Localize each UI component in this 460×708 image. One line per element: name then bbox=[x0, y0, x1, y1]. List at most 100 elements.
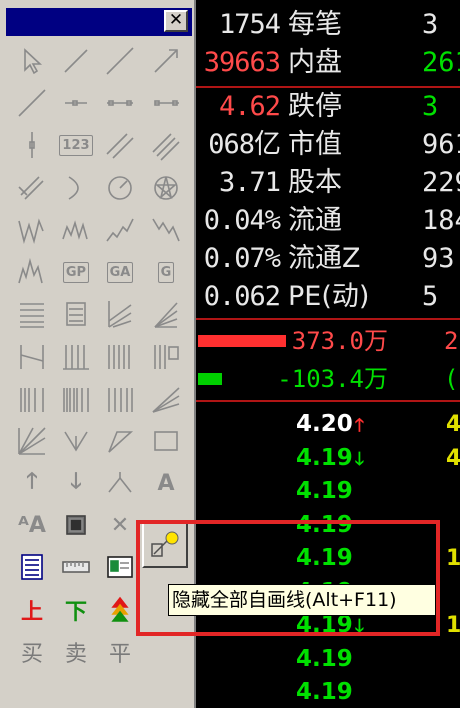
straight-line-icon bbox=[106, 47, 134, 75]
quote-side-value: 961.0 bbox=[422, 129, 460, 160]
sell-marker-button[interactable]: 下 bbox=[56, 591, 96, 629]
g-icon: G bbox=[157, 261, 175, 283]
gp-button[interactable]: GP bbox=[56, 253, 96, 291]
circle-cross-button[interactable] bbox=[146, 169, 186, 207]
cycle-wave-button[interactable] bbox=[56, 211, 96, 249]
quote-row: 3.71股本 229 bbox=[196, 164, 460, 202]
fibonacci-time-button[interactable] bbox=[56, 380, 96, 418]
tooltip-hide-drawings: 隐藏全部自画线(Alt+F11) bbox=[168, 584, 436, 616]
vertical-bars-icon bbox=[108, 345, 130, 370]
tick-price: 4.19 bbox=[296, 444, 353, 471]
buy-marker-button[interactable]: 上 bbox=[12, 591, 52, 629]
list-button[interactable] bbox=[12, 548, 52, 586]
money-flow-side: 2 bbox=[444, 327, 459, 355]
quote-value: 0.04% bbox=[203, 205, 281, 236]
select-pointer-icon bbox=[24, 48, 43, 75]
double-diagonal-button[interactable] bbox=[12, 169, 52, 207]
zigzag-up-button[interactable] bbox=[100, 211, 140, 249]
rectangle-button[interactable] bbox=[146, 422, 186, 460]
quote-row: 4.62 跌停 3 bbox=[196, 88, 460, 126]
money-flow-side: ( bbox=[444, 365, 459, 393]
quote-value: 4.62 bbox=[218, 91, 281, 122]
zigzag-up-icon bbox=[106, 218, 134, 242]
straight-line-button[interactable] bbox=[100, 42, 140, 80]
money-flow-bar bbox=[198, 335, 286, 347]
time-lines-button[interactable] bbox=[12, 380, 52, 418]
stop-square-button[interactable] bbox=[56, 506, 96, 544]
arc-icon bbox=[68, 175, 79, 200]
flat-text-button[interactable]: 平 bbox=[100, 633, 140, 671]
parallel-channel-button[interactable] bbox=[146, 126, 186, 164]
up-right-arrow-icon bbox=[108, 472, 132, 493]
down-arrow-button[interactable]: 🡓 bbox=[56, 464, 96, 502]
money-flow-value: 373.0万 bbox=[291, 327, 388, 355]
select-pointer-button[interactable] bbox=[12, 42, 52, 80]
diagonal-band-button[interactable] bbox=[100, 295, 140, 333]
stoplight-icon bbox=[111, 596, 129, 622]
vertical-g-button[interactable] bbox=[146, 337, 186, 375]
tick-row: 4.20 🡑 bbox=[296, 408, 364, 442]
triangle-button[interactable] bbox=[100, 422, 140, 460]
vertical-line-button[interactable] bbox=[12, 126, 52, 164]
ruler-button[interactable] bbox=[56, 548, 96, 586]
price-label-button[interactable]: 123 bbox=[56, 126, 96, 164]
text-style-button[interactable]: ᴬA bbox=[12, 506, 52, 544]
delete-x-button[interactable]: ✕ bbox=[100, 506, 140, 544]
buy-text-icon: 买 bbox=[20, 641, 43, 667]
horizontal-ray-button[interactable] bbox=[146, 84, 186, 122]
ga-button[interactable]: GA bbox=[100, 253, 140, 291]
zigzag-down-icon bbox=[152, 218, 180, 242]
zigzag-down-button[interactable] bbox=[146, 211, 186, 249]
price-box-icon bbox=[66, 302, 86, 326]
vertical-z-button[interactable] bbox=[12, 337, 52, 375]
tick-volume: 1 bbox=[446, 613, 460, 638]
horizontal-line-button[interactable] bbox=[100, 84, 140, 122]
quote-side-value: 3 bbox=[422, 9, 439, 40]
quote-value: 3.71 bbox=[218, 167, 281, 198]
stoplight-button[interactable] bbox=[100, 591, 140, 629]
horizontal-lines-button[interactable] bbox=[12, 295, 52, 333]
quote-side-value: 184 bbox=[422, 205, 460, 236]
circle-cross-icon bbox=[154, 175, 178, 200]
line-segment-button[interactable] bbox=[56, 42, 96, 80]
diagonal-fan-button[interactable] bbox=[146, 295, 186, 333]
wave-peaks-button[interactable] bbox=[12, 253, 52, 291]
hide-drawings-icon bbox=[151, 531, 179, 557]
horizontal-segment-icon bbox=[65, 100, 87, 106]
horizontal-segment-button[interactable] bbox=[56, 84, 96, 122]
vertical-bars-button[interactable] bbox=[100, 337, 140, 375]
buy-text-button[interactable]: 买 bbox=[12, 633, 52, 671]
price-label-icon: 123 bbox=[59, 134, 93, 156]
price-box-button[interactable] bbox=[56, 295, 96, 333]
ray-line-button[interactable] bbox=[146, 42, 186, 80]
delete-x-icon: ✕ bbox=[110, 512, 130, 538]
extended-line-button[interactable] bbox=[12, 84, 52, 122]
palette-button[interactable] bbox=[100, 548, 140, 586]
tick-price: 4.20 bbox=[296, 411, 353, 437]
g-button[interactable]: G bbox=[146, 253, 186, 291]
vertical-grid-button[interactable] bbox=[100, 380, 140, 418]
triangle-icon bbox=[108, 430, 134, 453]
close-button[interactable]: ✕ bbox=[164, 10, 188, 32]
vertical-lines-button[interactable] bbox=[56, 337, 96, 375]
rectangle-icon bbox=[154, 430, 178, 451]
tick-volume: 1 bbox=[446, 546, 460, 571]
hide-drawings-button[interactable] bbox=[142, 522, 188, 568]
parallel-lines-button[interactable] bbox=[100, 126, 140, 164]
arc-button[interactable] bbox=[56, 169, 96, 207]
down-wedge-button[interactable] bbox=[56, 422, 96, 460]
w-pattern-icon bbox=[18, 218, 44, 244]
speed-fan-button[interactable] bbox=[146, 380, 186, 418]
quote-label: 内盘 bbox=[288, 47, 342, 78]
up-arrow-button[interactable]: 🡑 bbox=[12, 464, 52, 502]
sell-marker-icon: 下 bbox=[64, 599, 87, 625]
text-a-button[interactable]: A bbox=[146, 464, 186, 502]
tick-volume: 4 bbox=[446, 412, 460, 437]
circle-button[interactable] bbox=[100, 169, 140, 207]
sell-text-button[interactable]: 卖 bbox=[56, 633, 96, 671]
gann-fan-button[interactable] bbox=[12, 422, 52, 460]
quote-row: 0.07%流通Z 93.7 bbox=[196, 240, 460, 278]
w-pattern-button[interactable] bbox=[12, 211, 52, 249]
section-divider bbox=[196, 318, 460, 320]
up-right-arrow-button[interactable] bbox=[100, 464, 140, 502]
